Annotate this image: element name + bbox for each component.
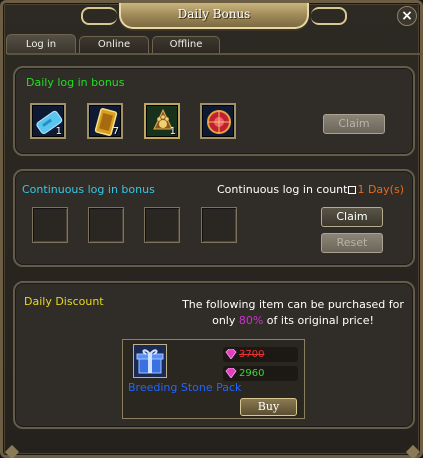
tab-log-in-label: Log in [25, 39, 57, 50]
count-box-icon [348, 186, 357, 194]
discount-price: 2960 [239, 368, 265, 379]
continuous-claim-button[interactable]: Claim [321, 207, 383, 227]
original-price: 3700 [239, 349, 265, 360]
continuous-login-panel: Continuous log in bonus Continuous log i… [13, 169, 415, 267]
continuous-slot-3[interactable] [144, 207, 180, 243]
daily-claim-label: Claim [338, 117, 370, 130]
gem-icon [225, 349, 237, 359]
reset-button[interactable]: Reset [321, 233, 383, 253]
continuous-count-value: 1 Day(s) [357, 183, 404, 196]
daily-discount-title: Daily Discount [24, 295, 104, 308]
daily-item-slot-2[interactable]: 7 [87, 103, 123, 139]
close-icon: × [401, 8, 413, 24]
continuous-login-title: Continuous log in bonus [22, 183, 155, 196]
continuous-slot-4[interactable] [201, 207, 237, 243]
continuous-slot-1[interactable] [32, 207, 68, 243]
discount-text-prefix: only [212, 314, 239, 327]
daily-bonus-window: Daily Bonus × Log in Online Offline Dail… [0, 0, 423, 458]
discount-product-box: 3700 2960 Breeding Stone Pack Buy [122, 339, 305, 419]
tab-online-label: Online [97, 39, 131, 50]
window-title: Daily Bonus [177, 7, 251, 21]
continuous-count-text: Continuous log in count 1 Day(s) [217, 183, 404, 196]
gem-icon [225, 368, 237, 378]
item-count: 7 [112, 126, 119, 137]
tab-divider [7, 53, 422, 55]
discount-description: The following item can be purchased for … [175, 297, 411, 329]
daily-login-panel: Daily log in bonus 1 7 1 Claim [13, 66, 415, 156]
tab-log-in[interactable]: Log in [6, 34, 76, 54]
daily-item-slot-1[interactable]: 1 [30, 103, 66, 139]
discount-text-line1: The following item can be purchased for [182, 298, 404, 311]
discount-price-row: 2960 [223, 366, 298, 381]
tab-online[interactable]: Online [79, 36, 149, 54]
product-name: Breeding Stone Pack [128, 381, 242, 394]
daily-item-slot-3[interactable]: 1 [144, 103, 180, 139]
discount-text-line2: only 80% of its original price! [175, 313, 411, 329]
item-count: 1 [169, 126, 176, 137]
title-plate: Daily Bonus [81, 3, 347, 29]
daily-item-slot-4[interactable] [200, 103, 236, 139]
item-count: 1 [55, 126, 62, 137]
reset-label: Reset [336, 236, 368, 249]
buy-button[interactable]: Buy [240, 398, 297, 416]
gift-box-icon [136, 349, 164, 374]
daily-claim-button[interactable]: Claim [323, 114, 385, 134]
corner-ornament-left [4, 444, 20, 458]
continuous-claim-label: Claim [336, 210, 368, 223]
tab-offline[interactable]: Offline [152, 36, 220, 54]
product-icon-slot[interactable] [133, 344, 167, 378]
continuous-count-label: Continuous log in count [217, 183, 348, 196]
discount-text-suffix: of its original price! [263, 314, 374, 327]
buy-label: Buy [257, 400, 280, 413]
daily-login-title: Daily log in bonus [26, 76, 125, 89]
red-orb-icon [207, 110, 231, 134]
corner-ornament-right [405, 444, 421, 458]
discount-percent: 80% [238, 314, 264, 327]
continuous-slot-2[interactable] [88, 207, 124, 243]
original-price-row: 3700 [223, 347, 298, 362]
tab-offline-label: Offline [169, 39, 203, 50]
close-button[interactable]: × [397, 6, 417, 26]
